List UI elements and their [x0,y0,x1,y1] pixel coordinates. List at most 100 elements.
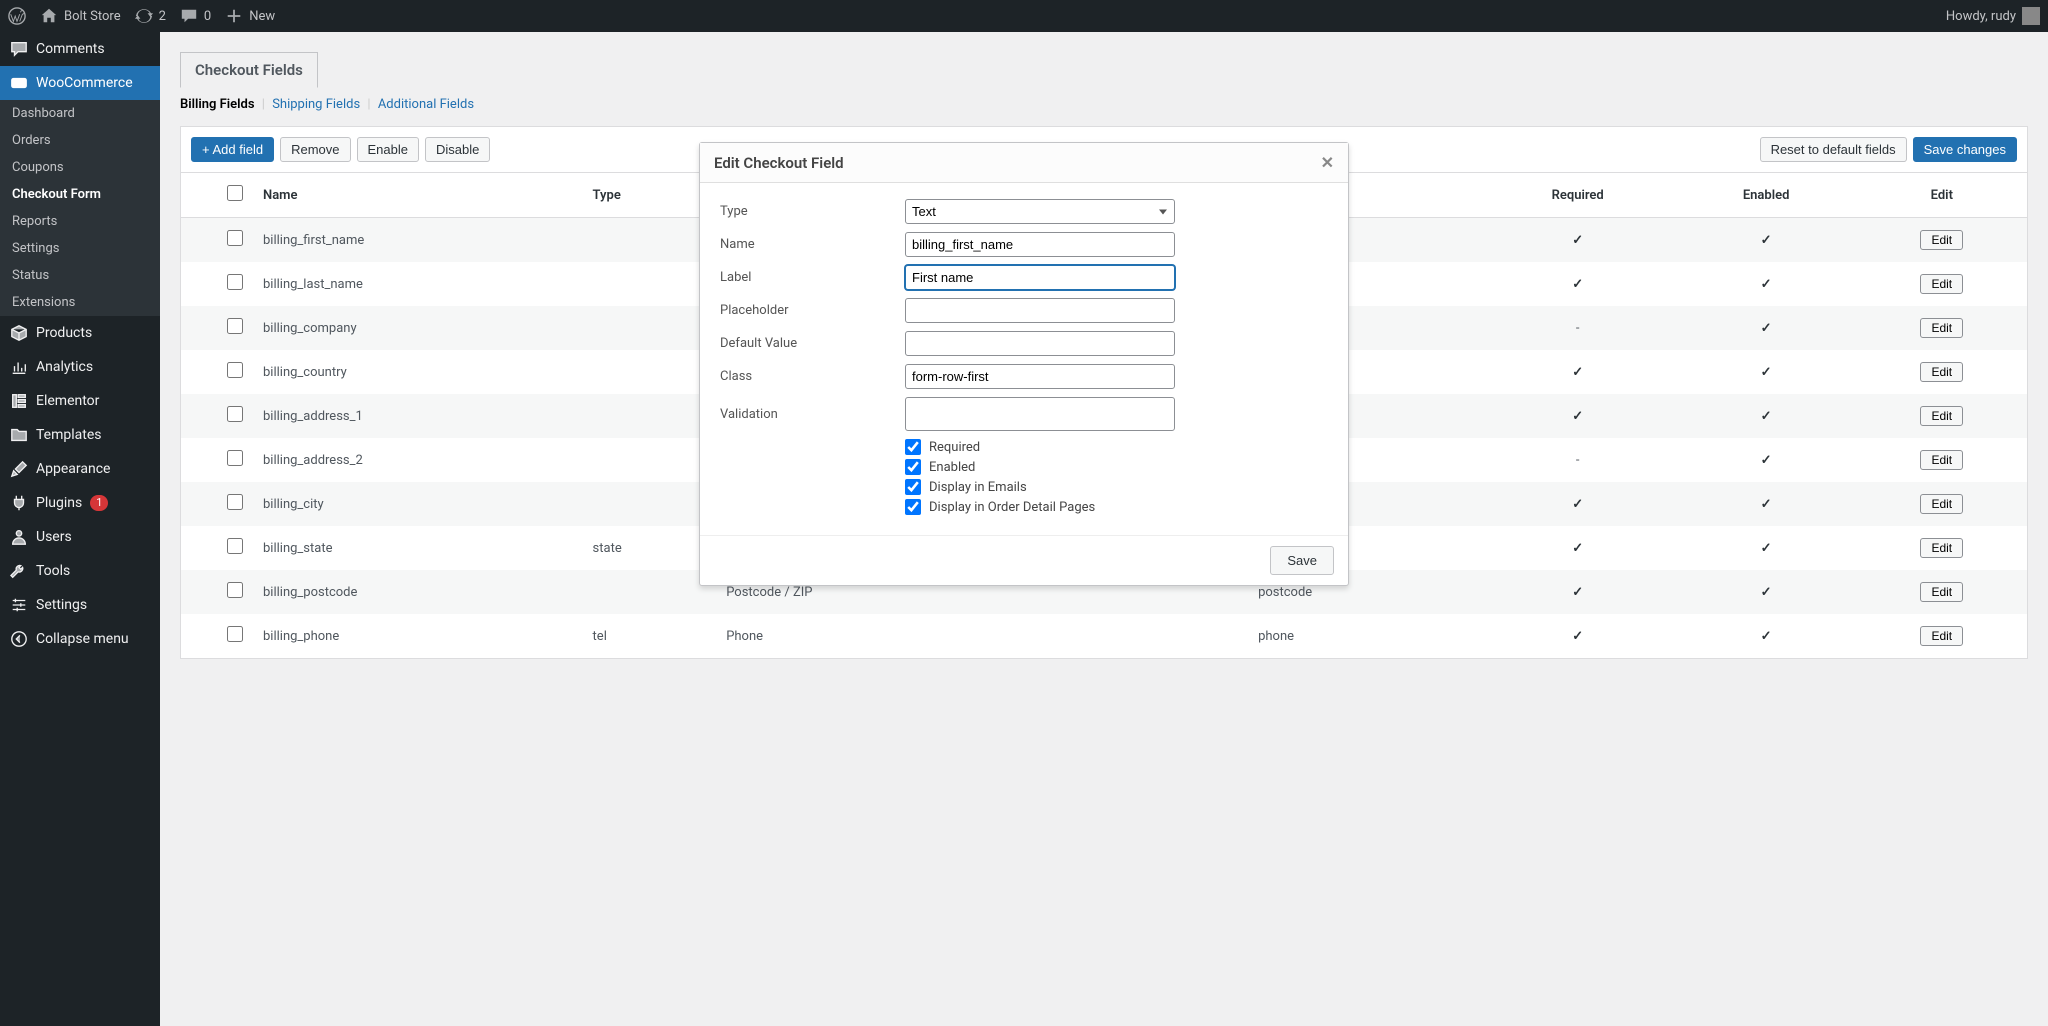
sidebar-item-products[interactable]: Products [0,316,160,350]
label-input[interactable] [905,265,1175,290]
drag-handle-icon[interactable] [181,526,217,570]
placeholder-input[interactable] [905,298,1175,323]
edit-button[interactable]: Edit [1920,494,1963,514]
row-required: ✓ [1480,394,1676,438]
edit-button[interactable]: Edit [1920,450,1963,470]
svg-text:woo: woo [13,80,25,88]
sidebar-item-plugins[interactable]: Plugins1 [0,486,160,520]
row-checkbox[interactable] [227,450,243,466]
close-icon[interactable]: ✕ [1321,153,1334,172]
submenu-item-dashboard[interactable]: Dashboard [0,100,160,127]
submenu-item-status[interactable]: Status [0,262,160,289]
submenu-item-coupons[interactable]: Coupons [0,154,160,181]
drag-handle-icon[interactable] [181,306,217,350]
edit-button[interactable]: Edit [1920,406,1963,426]
row-checkbox[interactable] [227,362,243,378]
submenu-item-orders[interactable]: Orders [0,127,160,154]
submenu-item-extensions[interactable]: Extensions [0,289,160,316]
comments-link[interactable]: 0 [180,7,211,25]
drag-handle-icon[interactable] [181,218,217,263]
row-enabled: ✓ [1676,438,1857,482]
sidebar-item-analytics[interactable]: Analytics [0,350,160,384]
submenu-item-reports[interactable]: Reports [0,208,160,235]
row-checkbox[interactable] [227,274,243,290]
site-name-link[interactable]: Bolt Store [40,7,121,25]
edit-button[interactable]: Edit [1920,318,1963,338]
edit-button[interactable]: Edit [1920,274,1963,294]
select-all-checkbox[interactable] [227,185,243,201]
howdy-link[interactable]: Howdy, rudy [1946,7,2040,25]
row-enabled: ✓ [1676,350,1857,394]
submenu-item-checkout-form[interactable]: Checkout Form [0,181,160,208]
row-name: billing_phone [253,614,583,658]
row-required: ✓ [1480,350,1676,394]
subtab-additional[interactable]: Additional Fields [378,97,474,112]
name-label: Name [720,237,905,252]
sidebar-item-comments[interactable]: Comments [0,32,160,66]
row-checkbox[interactable] [227,494,243,510]
subtab-billing[interactable]: Billing Fields [180,97,255,112]
default-input[interactable] [905,331,1175,356]
name-input[interactable] [905,232,1175,257]
class-input[interactable] [905,364,1175,389]
row-checkbox[interactable] [227,582,243,598]
row-checkbox[interactable] [227,538,243,554]
row-placeholder [1005,614,1248,658]
reset-button[interactable]: Reset to default fields [1760,137,1907,162]
row-enabled: ✓ [1676,482,1857,526]
row-checkbox[interactable] [227,626,243,642]
enabled-check-label: Enabled [929,460,975,475]
drag-handle-icon[interactable] [181,482,217,526]
disable-button[interactable]: Disable [425,137,490,162]
sidebar-item-elementor[interactable]: Elementor [0,384,160,418]
emails-check-label: Display in Emails [929,480,1027,495]
drag-handle-icon[interactable] [181,570,217,614]
drag-handle-icon[interactable] [181,438,217,482]
row-name: billing_first_name [253,218,583,263]
row-enabled: ✓ [1676,614,1857,658]
submenu-item-settings[interactable]: Settings [0,235,160,262]
add-field-button[interactable]: + Add field [191,137,274,162]
drag-handle-icon[interactable] [181,262,217,306]
row-name: billing_state [253,526,583,570]
row-checkbox[interactable] [227,318,243,334]
remove-button[interactable]: Remove [280,137,350,162]
updates-link[interactable]: 2 [135,7,166,25]
edit-button[interactable]: Edit [1920,582,1963,602]
drag-handle-icon[interactable] [181,614,217,658]
sidebar-item-templates[interactable]: Templates [0,418,160,452]
order-pages-checkbox[interactable] [905,499,921,515]
sidebar-item-settings[interactable]: Settings [0,588,160,622]
edit-button[interactable]: Edit [1920,626,1963,646]
edit-button[interactable]: Edit [1920,362,1963,382]
row-checkbox[interactable] [227,406,243,422]
wp-logo[interactable] [8,7,26,25]
subtab-shipping[interactable]: Shipping Fields [272,97,360,112]
default-label: Default Value [720,336,905,351]
sidebar-item-appearance[interactable]: Appearance [0,452,160,486]
col-edit: Edit [1857,173,2027,218]
sidebar-item-woocommerce[interactable]: wooWooCommerce [0,66,160,100]
tab-checkout-fields[interactable]: Checkout Fields [180,52,318,88]
sidebar-item-collapse-menu[interactable]: Collapse menu [0,622,160,656]
new-link[interactable]: New [225,7,275,25]
emails-checkbox[interactable] [905,479,921,495]
save-changes-button[interactable]: Save changes [1913,137,2017,162]
sidebar-item-tools[interactable]: Tools [0,554,160,588]
validation-input[interactable] [905,397,1175,431]
required-check-label: Required [929,440,980,455]
drag-handle-icon[interactable] [181,350,217,394]
row-type [583,350,717,394]
enabled-checkbox[interactable] [905,459,921,475]
row-checkbox[interactable] [227,230,243,246]
enable-button[interactable]: Enable [357,137,419,162]
edit-button[interactable]: Edit [1920,230,1963,250]
required-checkbox[interactable] [905,439,921,455]
drag-handle-icon[interactable] [181,394,217,438]
row-name: billing_address_1 [253,394,583,438]
edit-button[interactable]: Edit [1920,538,1963,558]
modal-save-button[interactable]: Save [1270,546,1334,575]
sidebar-item-users[interactable]: Users [0,520,160,554]
validation-label: Validation [720,407,905,422]
type-select[interactable]: Text [905,199,1175,224]
